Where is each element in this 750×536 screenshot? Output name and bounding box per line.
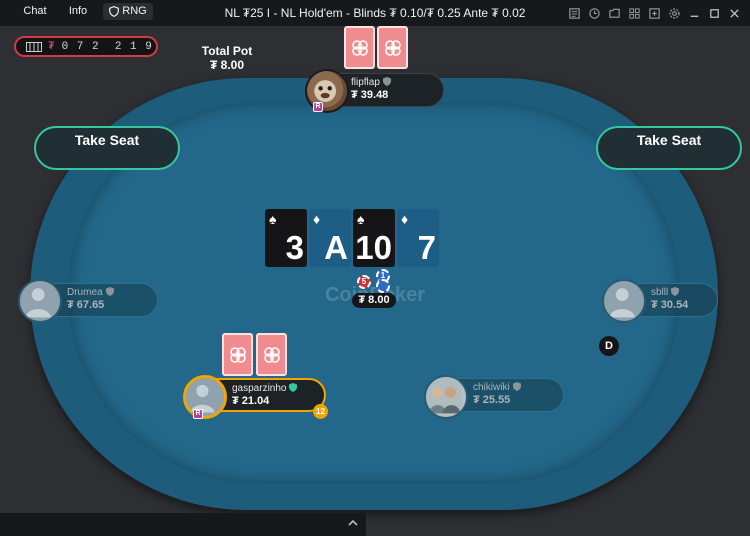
board-card: ♦ A [309, 209, 351, 267]
settings-icon[interactable] [666, 5, 682, 21]
player-name: gasparzinho [232, 383, 287, 394]
avatar-hero [183, 375, 227, 419]
card-rank: 3 [285, 229, 304, 266]
tab-rng-label: RNG [122, 5, 147, 17]
player-name-wrap: flipflap [351, 77, 443, 88]
card-rank: A [324, 229, 348, 266]
shield-icon [105, 287, 114, 296]
player-name: sblll [651, 287, 669, 298]
board-card: ♦ 7 [397, 209, 439, 267]
card-rank: 7 [417, 229, 436, 266]
card-logo-icon [384, 39, 401, 56]
history-icon[interactable] [586, 5, 602, 21]
player-stack: ₮ 67.65 [67, 299, 105, 311]
verified-shield-icon [289, 383, 298, 392]
tab-chat[interactable]: Chat [17, 3, 53, 20]
rakeback-badge: R [193, 409, 203, 419]
default-avatar-icon [190, 384, 215, 413]
card-suit: ♠ [269, 211, 277, 227]
minimize-icon[interactable] [686, 5, 702, 21]
board-card: ♠ 3 [265, 209, 307, 267]
shield-icon [671, 287, 680, 296]
hero-card-back [256, 333, 287, 376]
total-pot-value: ₮ 8.00 [209, 58, 245, 72]
card-suit: ♠ [357, 211, 365, 227]
odometer-icon [26, 41, 42, 52]
player-stack: ₮ 25.55 [473, 394, 511, 406]
close-icon[interactable] [726, 5, 742, 21]
tab-info[interactable]: Info [62, 3, 94, 20]
player-name: chikiwiki [473, 382, 510, 393]
take-seat-button-left[interactable]: Take Seat [34, 126, 180, 170]
total-pot: Total Pot ₮ 8.00 [196, 44, 258, 72]
default-avatar-icon [25, 288, 51, 318]
odometer-currency: ₮ [48, 40, 56, 53]
player-name: flipflap [351, 77, 380, 88]
shield-icon [512, 382, 521, 391]
avatar-flipflap [305, 69, 349, 113]
chat-box-icon[interactable] [606, 5, 622, 21]
card-logo-icon [229, 346, 246, 363]
add-table-icon[interactable] [646, 5, 662, 21]
odometer-digits: 0 7 2 2 1 9 [61, 40, 153, 53]
poker-table-window: NL ₮25 I - NL Hold'em - Blinds ₮ 0.10/₮ … [0, 0, 750, 536]
take-seat-button-right[interactable]: Take Seat [596, 126, 742, 170]
hero-timer-badge: 12 [313, 404, 328, 419]
player-name-wrap: Drumea [67, 287, 157, 298]
player-name-wrap: gasparzinho [232, 383, 324, 394]
player-name-wrap: sblll [651, 287, 717, 298]
card-back [377, 26, 408, 69]
default-avatar-icon [609, 288, 635, 318]
photo-avatar-icon [426, 377, 463, 414]
board-card: ♠ 10 [353, 209, 395, 267]
card-rank: 10 [355, 229, 392, 266]
shield-icon [109, 6, 119, 17]
tab-rng[interactable]: RNG [103, 3, 153, 20]
tiles-icon[interactable] [626, 5, 642, 21]
chevron-up-icon[interactable] [346, 517, 360, 529]
rakeback-badge: R [313, 102, 323, 112]
shield-icon [382, 77, 391, 86]
total-pot-label: Total Pot [201, 44, 253, 58]
avatar-drumea [18, 279, 62, 323]
pot-chip-red: 5 [357, 275, 371, 289]
card-logo-icon [263, 346, 280, 363]
maximize-icon[interactable] [706, 5, 722, 21]
pot-chip-stack [376, 279, 390, 293]
player-stack: ₮ 30.54 [651, 299, 689, 311]
pot-amount: ₮ 8.00 [352, 293, 396, 308]
notes-icon[interactable] [566, 5, 582, 21]
dealer-button: D [599, 336, 619, 356]
card-back [344, 26, 375, 69]
player-stack: ₮ 21.04 [232, 395, 270, 407]
card-logo-icon [351, 39, 368, 56]
card-suit: ♦ [401, 211, 409, 227]
hero-card-back [222, 333, 253, 376]
player-name-wrap: chikiwiki [473, 382, 563, 393]
player-stack: ₮ 39.48 [351, 89, 389, 101]
title-bar-controls [566, 5, 742, 21]
jackpot-odometer: ₮ 0 7 2 2 1 9 [14, 36, 158, 57]
player-name: Drumea [67, 287, 103, 298]
bottom-bar [0, 513, 366, 536]
avatar-chikiwiki [424, 375, 468, 419]
card-suit: ♦ [313, 211, 321, 227]
avatar-sblll [602, 279, 646, 323]
